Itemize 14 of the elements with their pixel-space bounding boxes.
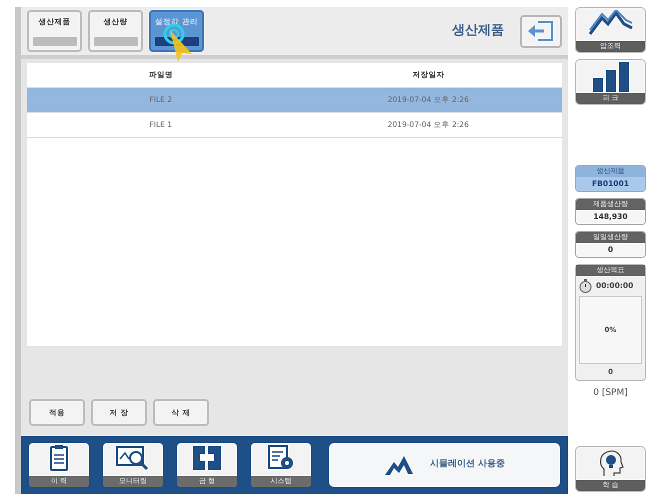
stopwatch-icon — [579, 279, 592, 293]
bar-chart-icon — [590, 62, 630, 92]
exit-button[interactable] — [520, 14, 562, 48]
mountain-icon — [384, 454, 414, 476]
page-title: 생산제품 — [452, 22, 504, 40]
spm-reading: 0 [SPM] — [592, 387, 629, 400]
document-gear-icon — [268, 445, 294, 471]
mold-icon — [192, 445, 222, 471]
wave-chart-icon — [588, 10, 634, 36]
clipboard-icon — [50, 445, 68, 471]
monitor-search-icon — [116, 445, 150, 471]
simulation-status: 시뮬레이션 사용중 — [430, 458, 506, 472]
exit-icon — [526, 19, 556, 43]
head-bulb-icon — [598, 449, 624, 477]
